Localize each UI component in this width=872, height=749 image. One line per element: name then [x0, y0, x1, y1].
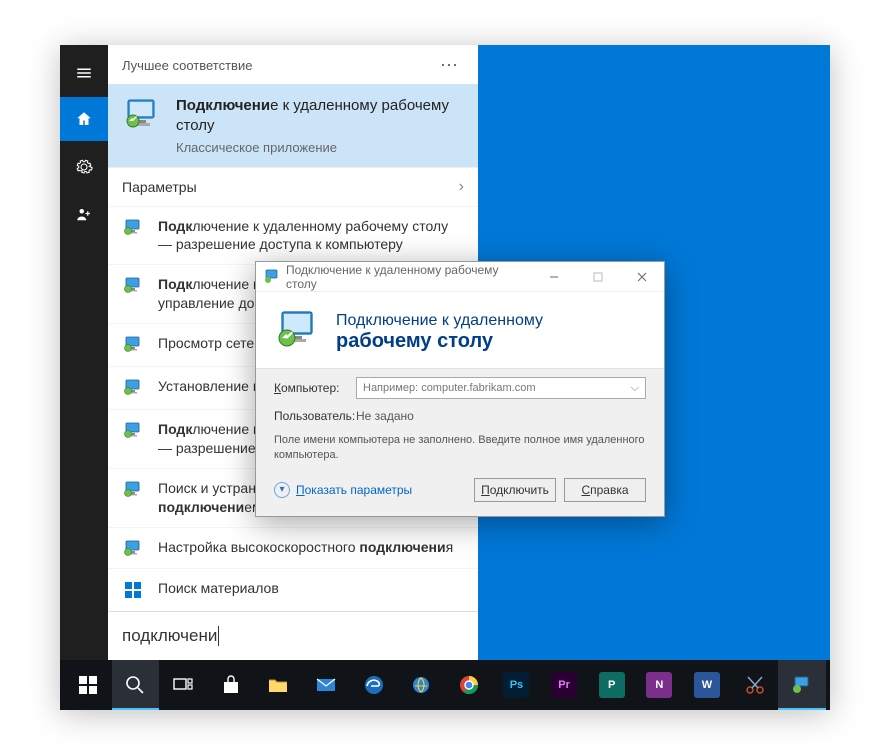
rdp-body: Компьютер: Например: computer.fabrikam.c… — [256, 368, 664, 516]
hamburger-button[interactable] — [60, 53, 108, 93]
connect-button[interactable]: Подключить — [474, 478, 556, 502]
rdp-title-text: Подключение к удаленному рабочему столу — [286, 263, 532, 291]
taskbar-onenote-button[interactable]: N — [636, 660, 684, 710]
chrome-icon — [458, 674, 480, 696]
taskview-icon — [172, 674, 194, 696]
search-input-value: подключени — [122, 626, 217, 646]
best-match-label: Лучшее соответствие — [122, 58, 252, 73]
folder-icon — [267, 674, 289, 696]
result-item-label: Настройка высокоскоростного подключения — [158, 538, 453, 557]
computer-combobox[interactable]: Например: computer.fabrikam.com ⌵ — [356, 377, 646, 399]
rdp-taskbar-icon — [791, 674, 813, 696]
taskbar-ie-button[interactable] — [397, 660, 445, 710]
taskbar-mail-button[interactable] — [302, 660, 350, 710]
settings-item-icon — [122, 217, 144, 239]
banner-line2: рабочему столу — [336, 330, 543, 353]
expand-down-icon: ▾ — [274, 482, 290, 498]
ie-icon — [410, 674, 432, 696]
params-label: Параметры — [122, 179, 197, 195]
taskbar-publisher-button[interactable]: P — [588, 660, 636, 710]
text-caret — [218, 626, 219, 646]
home-button[interactable] — [60, 97, 108, 141]
user-value: Не задано — [356, 409, 414, 423]
computer-label: Компьютер: — [274, 381, 356, 395]
result-item[interactable]: Настройка высокоскоростного подключения — [108, 527, 478, 568]
rdp-dialog: Подключение к удаленному рабочему столу … — [255, 261, 665, 517]
settings-item-icon — [122, 275, 144, 297]
more-icon[interactable]: ⋯ — [440, 55, 464, 76]
rdp-title-icon — [264, 269, 280, 285]
account-button[interactable] — [60, 193, 108, 237]
show-options-label: Показать параметры — [296, 483, 412, 497]
rdp-banner-icon — [274, 308, 322, 356]
minimize-button[interactable] — [532, 262, 576, 292]
rdp-app-icon — [122, 96, 162, 136]
banner-line1: Подключение к удаленному — [336, 312, 543, 330]
close-button[interactable] — [620, 262, 664, 292]
taskbar-explorer-button[interactable] — [255, 660, 303, 710]
rdp-titlebar[interactable]: Подключение к удаленному рабочему столу — [256, 262, 664, 292]
store-result-label: Поиск материалов — [158, 579, 279, 598]
desktop: Лучшее соответствие ⋯ Подключение к удал… — [60, 45, 830, 710]
taskbar-search-button[interactable] — [112, 660, 160, 710]
settings-item-icon — [122, 334, 144, 356]
taskbar-start-button[interactable] — [64, 660, 112, 710]
edge-icon — [363, 674, 385, 696]
search-input[interactable]: подключени — [108, 611, 478, 660]
params-section-header[interactable]: Параметры › — [108, 167, 478, 206]
close-icon — [636, 271, 648, 283]
chevron-down-icon: ⌵ — [631, 382, 639, 395]
windows-icon — [77, 674, 99, 696]
taskbar: Ps Pr P N W — [60, 660, 830, 710]
person-icon — [75, 206, 93, 224]
taskbar-chrome-button[interactable] — [445, 660, 493, 710]
taskbar-premiere-button[interactable]: Pr — [540, 660, 588, 710]
scissors-icon — [744, 674, 766, 696]
taskbar-snip-button[interactable] — [731, 660, 779, 710]
settings-item-icon — [122, 479, 144, 501]
result-item[interactable]: Подключение к удаленному рабочему столу … — [108, 206, 478, 265]
show-options-link[interactable]: ▾ Показать параметры — [274, 482, 412, 498]
top-result[interactable]: Подключение к удаленному рабочему столу … — [108, 84, 478, 167]
maximize-icon — [592, 271, 604, 283]
taskbar-photoshop-button[interactable]: Ps — [493, 660, 541, 710]
search-icon — [124, 674, 146, 696]
user-label: Пользователь: — [274, 409, 356, 423]
minimize-icon — [548, 271, 560, 283]
top-result-title: Подключение к удаленному рабочему столу — [176, 96, 464, 137]
settings-item-icon — [122, 538, 144, 560]
taskbar-word-button[interactable]: W — [683, 660, 731, 710]
home-icon — [75, 110, 93, 128]
rdp-banner: Подключение к удаленному рабочему столу — [256, 292, 664, 368]
computer-placeholder: Например: computer.fabrikam.com — [363, 382, 536, 394]
best-match-header: Лучшее соответствие ⋯ — [108, 45, 478, 84]
settings-item-icon — [122, 377, 144, 399]
window-controls — [532, 262, 664, 292]
gear-icon — [75, 158, 93, 176]
maximize-button[interactable] — [576, 262, 620, 292]
top-result-subtitle: Классическое приложение — [176, 140, 464, 155]
taskbar-edge-button[interactable] — [350, 660, 398, 710]
settings-item-icon — [122, 420, 144, 442]
store-icon — [122, 579, 144, 601]
store-icon — [220, 674, 242, 696]
chevron-right-icon: › — [459, 178, 464, 196]
start-rail — [60, 45, 108, 660]
settings-button[interactable] — [60, 145, 108, 189]
result-item-label: Подключение к удаленному рабочему столу … — [158, 217, 464, 255]
taskbar-rdp-button[interactable] — [778, 660, 826, 710]
taskbar-taskview-button[interactable] — [159, 660, 207, 710]
store-result[interactable]: Поиск материалов — [108, 568, 478, 611]
rdp-info-text: Поле имени компьютера не заполнено. Введ… — [274, 433, 646, 464]
taskbar-store-button[interactable] — [207, 660, 255, 710]
mail-icon — [315, 674, 337, 696]
help-button[interactable]: Справка — [564, 478, 646, 502]
hamburger-icon — [75, 64, 93, 82]
